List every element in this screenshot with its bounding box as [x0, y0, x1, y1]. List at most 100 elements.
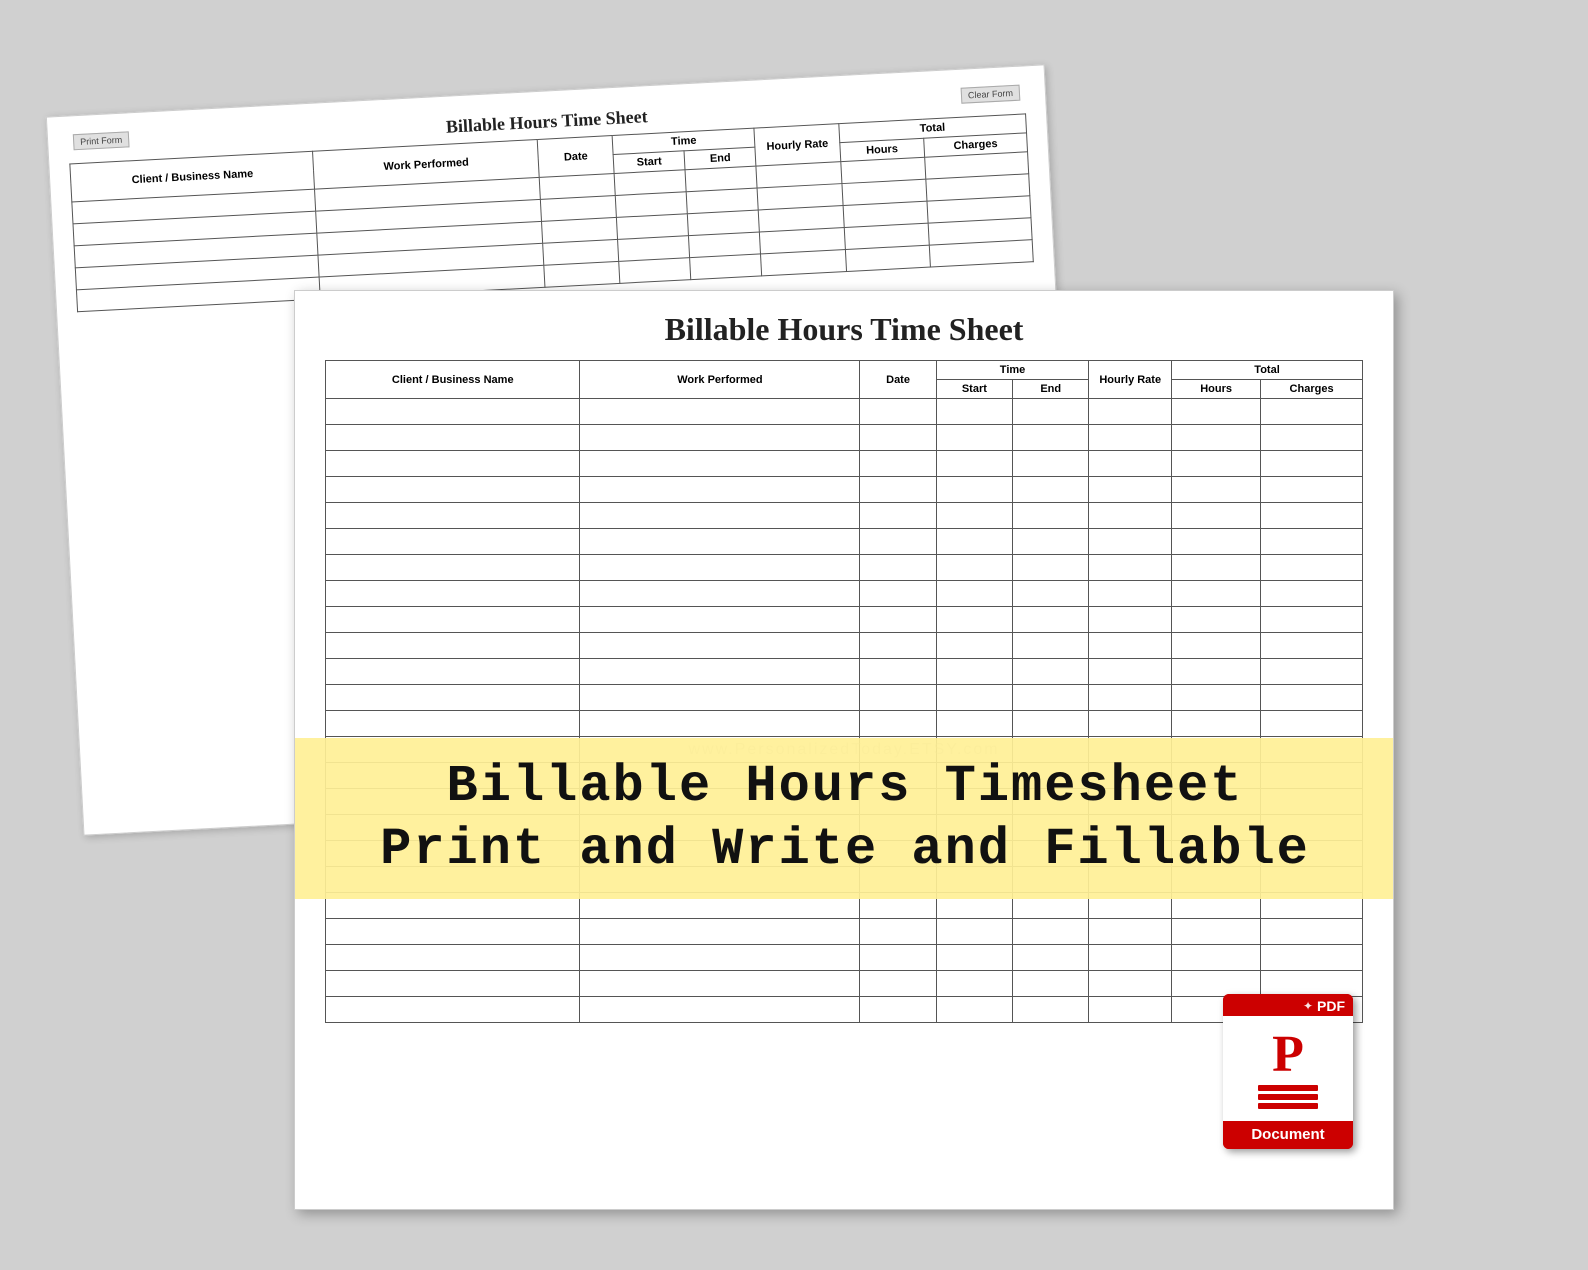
- table-cell[interactable]: [936, 659, 1012, 685]
- table-cell[interactable]: [326, 945, 580, 971]
- table-cell[interactable]: [936, 971, 1012, 997]
- table-cell[interactable]: [1261, 711, 1363, 737]
- table-cell[interactable]: [1261, 971, 1363, 997]
- table-cell[interactable]: [326, 633, 580, 659]
- table-cell[interactable]: [326, 685, 580, 711]
- table-cell[interactable]: [580, 581, 860, 607]
- table-cell[interactable]: [1013, 503, 1089, 529]
- table-cell[interactable]: [326, 555, 580, 581]
- table-cell[interactable]: [1013, 425, 1089, 451]
- table-cell[interactable]: [936, 555, 1012, 581]
- table-cell[interactable]: [860, 659, 936, 685]
- table-cell[interactable]: [1261, 529, 1363, 555]
- table-cell[interactable]: [1013, 685, 1089, 711]
- table-cell[interactable]: [1013, 451, 1089, 477]
- table-cell[interactable]: [580, 633, 860, 659]
- table-cell[interactable]: [1172, 581, 1261, 607]
- table-cell[interactable]: [1172, 945, 1261, 971]
- table-cell[interactable]: [1261, 451, 1363, 477]
- table-cell[interactable]: [1013, 659, 1089, 685]
- table-cell[interactable]: [936, 633, 1012, 659]
- table-cell[interactable]: [1013, 633, 1089, 659]
- table-cell[interactable]: [580, 503, 860, 529]
- table-cell[interactable]: [326, 399, 580, 425]
- table-cell[interactable]: [936, 477, 1012, 503]
- table-cell[interactable]: [1089, 711, 1172, 737]
- table-cell[interactable]: [690, 254, 762, 280]
- table-cell[interactable]: [1089, 581, 1172, 607]
- table-cell[interactable]: [1261, 685, 1363, 711]
- table-cell[interactable]: [1172, 633, 1261, 659]
- table-cell[interactable]: [1261, 555, 1363, 581]
- table-cell[interactable]: [580, 945, 860, 971]
- table-cell[interactable]: [1261, 399, 1363, 425]
- table-cell[interactable]: [936, 685, 1012, 711]
- table-cell[interactable]: [1089, 919, 1172, 945]
- table-cell[interactable]: [1172, 529, 1261, 555]
- table-cell[interactable]: [936, 529, 1012, 555]
- table-cell[interactable]: [860, 581, 936, 607]
- table-cell[interactable]: [1261, 633, 1363, 659]
- table-cell[interactable]: [936, 581, 1012, 607]
- table-cell[interactable]: [936, 451, 1012, 477]
- table-cell[interactable]: [326, 997, 580, 1023]
- table-cell[interactable]: [1013, 399, 1089, 425]
- table-cell[interactable]: [845, 245, 930, 271]
- table-cell[interactable]: [1089, 607, 1172, 633]
- table-cell[interactable]: [1172, 607, 1261, 633]
- table-cell[interactable]: [326, 711, 580, 737]
- table-cell[interactable]: [1013, 477, 1089, 503]
- table-cell[interactable]: [860, 945, 936, 971]
- table-cell[interactable]: [860, 555, 936, 581]
- table-cell[interactable]: [580, 711, 860, 737]
- table-cell[interactable]: [860, 425, 936, 451]
- table-cell[interactable]: [1089, 945, 1172, 971]
- table-cell[interactable]: [860, 477, 936, 503]
- clear-form-button-back[interactable]: Clear Form: [961, 85, 1021, 104]
- table-cell[interactable]: [580, 607, 860, 633]
- table-cell[interactable]: [929, 240, 1033, 267]
- table-cell[interactable]: [580, 399, 860, 425]
- table-cell[interactable]: [1013, 529, 1089, 555]
- print-form-button-back[interactable]: Print Form: [73, 131, 130, 150]
- table-cell[interactable]: [1261, 503, 1363, 529]
- table-cell[interactable]: [936, 607, 1012, 633]
- table-cell[interactable]: [326, 425, 580, 451]
- table-cell[interactable]: [1089, 997, 1172, 1023]
- table-cell[interactable]: [860, 607, 936, 633]
- table-cell[interactable]: [1172, 555, 1261, 581]
- table-cell[interactable]: [936, 919, 1012, 945]
- table-cell[interactable]: [1172, 399, 1261, 425]
- table-cell[interactable]: [1089, 477, 1172, 503]
- table-cell[interactable]: [1261, 919, 1363, 945]
- table-cell[interactable]: [580, 451, 860, 477]
- table-cell[interactable]: [326, 581, 580, 607]
- table-cell[interactable]: [1172, 971, 1261, 997]
- table-cell[interactable]: [326, 971, 580, 997]
- table-cell[interactable]: [860, 503, 936, 529]
- table-cell[interactable]: [580, 529, 860, 555]
- table-cell[interactable]: [860, 685, 936, 711]
- table-cell[interactable]: [1261, 477, 1363, 503]
- table-cell[interactable]: [580, 971, 860, 997]
- table-cell[interactable]: [326, 477, 580, 503]
- table-cell[interactable]: [860, 919, 936, 945]
- table-cell[interactable]: [580, 555, 860, 581]
- table-cell[interactable]: [580, 477, 860, 503]
- table-cell[interactable]: [1172, 919, 1261, 945]
- table-cell[interactable]: [1261, 425, 1363, 451]
- table-cell[interactable]: [936, 425, 1012, 451]
- table-cell[interactable]: [860, 529, 936, 555]
- table-cell[interactable]: [580, 685, 860, 711]
- table-cell[interactable]: [1013, 945, 1089, 971]
- table-cell[interactable]: [1089, 633, 1172, 659]
- table-cell[interactable]: [860, 399, 936, 425]
- table-cell[interactable]: [1013, 581, 1089, 607]
- table-cell[interactable]: [580, 425, 860, 451]
- table-cell[interactable]: [860, 711, 936, 737]
- table-cell[interactable]: [580, 919, 860, 945]
- table-cell[interactable]: [619, 258, 691, 284]
- table-cell[interactable]: [936, 711, 1012, 737]
- table-cell[interactable]: [860, 633, 936, 659]
- table-cell[interactable]: [860, 971, 936, 997]
